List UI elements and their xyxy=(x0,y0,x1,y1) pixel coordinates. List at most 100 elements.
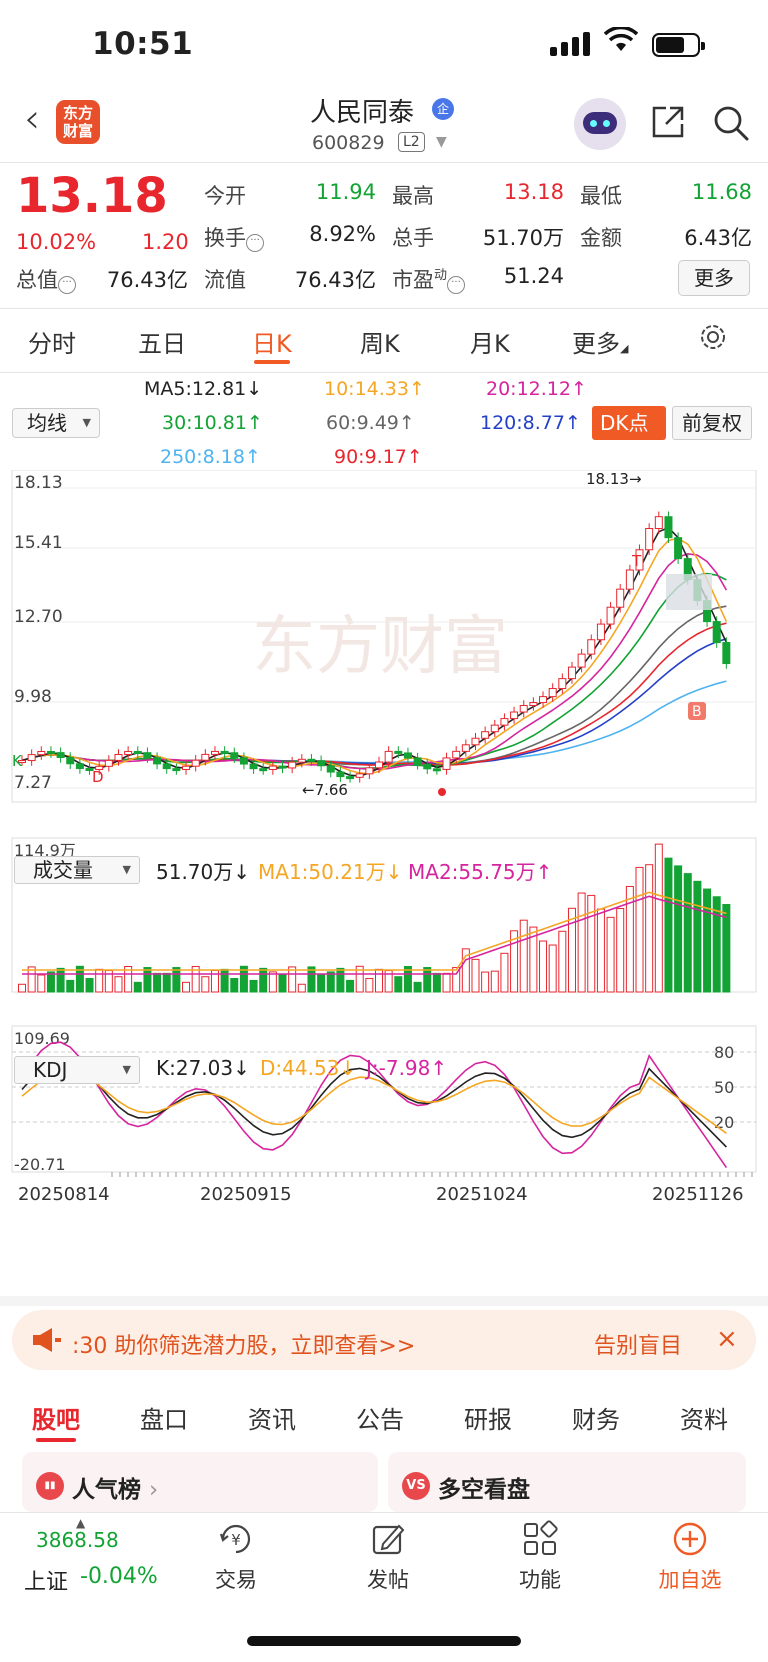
tab-profile[interactable]: 资料 xyxy=(680,1400,728,1435)
svg-text:¥: ¥ xyxy=(231,1531,241,1549)
tab-news[interactable]: 资讯 xyxy=(248,1400,296,1435)
active-tab-indicator xyxy=(254,360,290,364)
tab-more-periods[interactable]: 更多◢ xyxy=(572,324,628,359)
candle-body xyxy=(403,752,412,759)
candle-body xyxy=(104,759,113,767)
tab-five-day[interactable]: 五日 xyxy=(138,324,186,359)
min-price-label: ←7.66 xyxy=(302,781,348,799)
close-icon[interactable]: × xyxy=(716,1324,738,1354)
highlight-box xyxy=(666,574,712,610)
nav-functions[interactable]: 功能 xyxy=(490,1520,590,1594)
tab-research[interactable]: 研报 xyxy=(464,1400,512,1435)
y-tick-label: 18.13 xyxy=(14,473,63,493)
bull-bear-card[interactable]: VS 多空看盘 xyxy=(388,1452,746,1512)
tab-weekly-k[interactable]: 周K xyxy=(360,324,400,359)
volume-bar xyxy=(558,930,567,993)
volume-bar xyxy=(500,952,509,993)
ma-select[interactable]: 均线 ▼ xyxy=(12,408,100,438)
candle-body xyxy=(645,527,654,551)
dk-point-button[interactable]: DK点 xyxy=(592,406,666,440)
candle-body xyxy=(654,516,663,529)
index-value[interactable]: 3868.58 xyxy=(36,1528,119,1552)
search-icon[interactable] xyxy=(712,104,750,142)
tab-daily-k[interactable]: 日K xyxy=(252,324,292,359)
volume-bar xyxy=(66,979,75,993)
tab-finance[interactable]: 财务 xyxy=(572,1400,620,1435)
ma60-value: 60:9.49↑ xyxy=(326,412,415,434)
gear-icon[interactable] xyxy=(698,322,728,352)
kdj-indicator-select[interactable]: KDJ ▼ xyxy=(14,1056,140,1084)
volume-bar xyxy=(481,971,490,993)
more-quote-button[interactable]: 更多 xyxy=(678,260,750,296)
nav-trade[interactable]: ¥ 交易 xyxy=(186,1520,286,1594)
candle-body xyxy=(346,776,355,780)
popularity-card[interactable]: ▮▮ 人气榜 › xyxy=(22,1452,378,1512)
level2-badge[interactable]: L2 xyxy=(398,132,425,152)
volume-bar xyxy=(230,978,239,993)
chevron-down-icon[interactable]: ▼ xyxy=(436,134,447,150)
y-tick-label: 9.98 xyxy=(14,687,52,707)
kline-chart[interactable]: 东方财富 18.13 15.41 12.70 9.98 7.27 18.13→ ←7.66… xyxy=(0,470,768,1310)
megaphone-icon xyxy=(33,1328,61,1352)
banner-text[interactable]: :30 助你筛选潜力股，立即查看>> xyxy=(72,1328,415,1360)
banner-right-text[interactable]: 告别盲目 xyxy=(594,1328,682,1360)
volume-value: 51.70万 xyxy=(482,226,564,250)
candle-body xyxy=(133,750,142,754)
volume-bar xyxy=(317,974,326,993)
volume-indicator-select[interactable]: 成交量 ▼ xyxy=(14,856,140,884)
index-label[interactable]: 上证 xyxy=(24,1564,68,1596)
candle-body xyxy=(616,588,625,608)
back-icon[interactable]: ‹ xyxy=(24,96,40,142)
kdj-legend: KDJ ▼ K:27.03↓ D:44.53↓ J:-7.98↑ xyxy=(14,1056,754,1086)
bull-bear-title: 多空看盘 xyxy=(438,1477,530,1503)
volume-bar xyxy=(18,983,26,993)
ma20-value: 20:12.12↑ xyxy=(486,378,587,400)
candle-body xyxy=(191,759,200,767)
volume-ma2: MA2:55.75万↑ xyxy=(408,860,553,884)
candle-body xyxy=(153,757,162,765)
info-icon[interactable]: ··· xyxy=(246,234,264,252)
volume-bar xyxy=(413,981,422,993)
nav-post[interactable]: 发帖 xyxy=(338,1520,438,1594)
volume-bar xyxy=(326,971,335,993)
signal-d: D xyxy=(92,768,104,786)
volume-bar xyxy=(346,979,355,993)
volume-bar xyxy=(722,903,731,993)
app-logo[interactable]: 东方财富 xyxy=(56,100,100,144)
turnover-value: 8.92% xyxy=(309,222,376,246)
candle-body xyxy=(249,763,258,770)
nav-add-watchlist[interactable]: 加自选 xyxy=(640,1520,740,1594)
info-icon[interactable]: ··· xyxy=(58,276,76,294)
wifi-icon xyxy=(603,25,639,60)
y-tick-label: 7.27 xyxy=(14,773,52,793)
volume-bar xyxy=(56,967,65,993)
volume-bar xyxy=(297,983,306,993)
candle-body xyxy=(66,756,75,765)
candle-body xyxy=(481,731,490,739)
candle-body xyxy=(124,750,133,756)
tab-guba[interactable]: 股吧 xyxy=(32,1400,80,1435)
volume-bar xyxy=(693,880,702,993)
float-label: 流值 xyxy=(204,268,246,292)
tab-pankou[interactable]: 盘口 xyxy=(140,1400,188,1435)
candle-body xyxy=(46,750,55,754)
share-icon[interactable] xyxy=(650,104,686,140)
tab-intraday[interactable]: 分时 xyxy=(28,324,76,359)
open-value: 11.94 xyxy=(315,180,376,204)
signal-b: B xyxy=(692,704,702,720)
divider xyxy=(0,372,768,373)
volume-bar xyxy=(539,940,548,993)
volume-bar xyxy=(683,873,692,993)
info-icon[interactable]: ··· xyxy=(447,276,466,294)
volume-bar xyxy=(85,978,94,993)
candle-body xyxy=(471,737,480,746)
candle-body xyxy=(114,754,123,761)
ma250-value: 250:8.18↑ xyxy=(160,446,261,468)
assistant-robot-icon[interactable] xyxy=(574,98,626,150)
candle-body xyxy=(230,752,239,759)
candle-body xyxy=(510,711,519,720)
index-change[interactable]: -0.04% xyxy=(80,1564,158,1589)
tab-monthly-k[interactable]: 月K xyxy=(470,324,510,359)
adjust-button[interactable]: 前复权 xyxy=(672,406,752,440)
tab-announcements[interactable]: 公告 xyxy=(356,1400,404,1435)
